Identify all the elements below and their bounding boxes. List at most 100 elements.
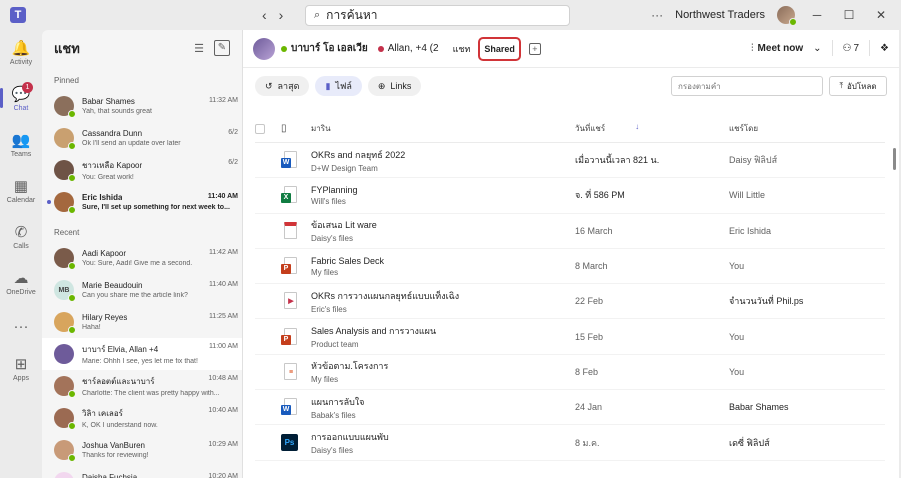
select-all-checkbox[interactable] (255, 123, 265, 134)
excel-file-icon: X (281, 186, 297, 204)
file-name[interactable]: FYPlanning (311, 185, 575, 195)
chat-time: 11:00 AM (208, 343, 238, 350)
close-icon[interactable]: ✕ (871, 8, 891, 22)
rail-item-calls[interactable]: ✆ Calls (0, 214, 42, 260)
chat-list-item[interactable]: ชาร์ลอตต์และนาบาร์ 10:48 AM Charlotte: The… (42, 370, 242, 402)
chat-time: 6/2 (228, 159, 238, 166)
file-name[interactable]: แผนการลับใจ (311, 395, 575, 409)
people-button[interactable]: ⚇ 7 (843, 43, 860, 54)
chat-list-item[interactable]: DFDaisha Fuchsia10:20 AMYou: Thank you!! (42, 466, 242, 478)
file-name[interactable]: Sales Analysis and การวางแผน (311, 324, 575, 338)
people-icon: ⚇ (842, 42, 852, 54)
chat-list-item[interactable]: วิลิา เคเลอร์ 10:40 AM K, OK I understand … (42, 402, 242, 434)
search-input[interactable] (326, 8, 557, 23)
table-row[interactable]: ข้อเสนอ Lit ware Daisy's files 16 March Eri… (255, 214, 885, 249)
list-file-icon: ≡ (281, 362, 297, 381)
chat-name: Aadi Kapoor (82, 249, 127, 258)
file-location: Daisy's files (311, 446, 353, 456)
shared-by: Eric Ishida (729, 225, 772, 236)
column-header-shared-by[interactable]: แชร์โดย (729, 122, 885, 135)
rail-item-label: Apps (13, 374, 29, 382)
filter-files-button[interactable]: ▮ ไฟล์ (315, 76, 362, 96)
table-row[interactable]: W OKRs and กลยุทธ์ 2022 D+W Design Team เมื… (255, 143, 885, 179)
filter-icon[interactable]: ☰ (194, 42, 204, 55)
rail-item-teams[interactable]: 👥 Teams (0, 122, 42, 168)
meet-dropdown-icon[interactable]: ⌄ (813, 43, 821, 54)
chat-list-item[interactable]: บาบาร์ Elvia, Allan +4 11:00 AM Marie: Ohh… (42, 338, 242, 370)
column-header-name[interactable]: มาริน (311, 122, 575, 135)
chat-list-item[interactable]: Cassandra Dunn 6/2 Ok I'll send an update … (42, 122, 242, 154)
file-name[interactable]: ข้อเสนอ Lit ware (311, 218, 575, 232)
meet-now-button[interactable]: ⫶ Meet now (751, 43, 803, 54)
back-arrow-icon[interactable]: ‹ (262, 7, 267, 23)
file-location: D+W Design Team (311, 163, 378, 173)
busy-indicator (377, 45, 384, 52)
avatar (54, 440, 76, 462)
upload-label: อัปโหลด (846, 81, 877, 91)
chat-list-item[interactable]: Joshua VanBuren 10:29 AM Thanks for review… (42, 434, 242, 466)
table-row[interactable]: X FYPlanning Will's files จ. ที่ 586 PM Will… (255, 178, 885, 214)
chat-name: ชาวเหลือ Kapoor (82, 161, 143, 170)
table-row[interactable]: Ps การออกแบบแผนพับ Daisy's files 8 ม.ค. เดซี… (255, 425, 885, 461)
table-row[interactable]: P Sales Analysis and การวางแผน Product tea… (255, 319, 885, 355)
table-row[interactable]: W แผนการลับใจ Babak's files 24 Jan Babar Sha… (255, 390, 885, 426)
chat-name: Eric Ishida (82, 193, 123, 202)
user-avatar[interactable] (777, 6, 797, 26)
forward-arrow-icon[interactable]: › (279, 7, 284, 23)
tab-chat[interactable]: แชท (453, 42, 471, 56)
filter-recent-button[interactable]: ↺ ลาสุด (255, 76, 310, 96)
file-name[interactable]: หัวข้อตาม.โครงการ (311, 359, 575, 373)
org-name[interactable]: Northwest Traders (675, 9, 765, 21)
chat-preview: You: Sure, Aadi! Give me a second. (82, 260, 193, 267)
filter-links-button[interactable]: ⊕ Links (367, 76, 422, 96)
chat-preview: Sure, I'll set up something for next wee… (82, 204, 230, 211)
file-name[interactable]: OKRs การวางแผนกลยุทธ์แบบแท็งเฉิง (311, 289, 575, 303)
new-chat-icon[interactable]: ✎ (214, 40, 230, 56)
audio-wave-icon: ⫶ (751, 42, 754, 54)
presence-indicator (68, 110, 76, 118)
file-name[interactable]: OKRs and กลยุทธ์ 2022 (311, 148, 575, 162)
chat-list-item[interactable]: Eric Ishida 11:40 AM Sure, I'll set up som… (42, 186, 242, 218)
table-row[interactable]: ▶ OKRs การวางแผนกลยุทธ์แบบแท็งเฉิง Eric's … (255, 284, 885, 320)
minimize-icon[interactable]: ─ (807, 8, 827, 22)
filter-by-keyword-input[interactable] (671, 76, 823, 96)
divider (869, 40, 871, 56)
file-name[interactable]: การออกแบบแผนพับ (311, 430, 575, 444)
teams-logo-icon: T (10, 7, 26, 23)
rail-item-more[interactable]: ··· (0, 306, 42, 346)
rail-item-activity[interactable]: 🔔 Activity (0, 30, 42, 76)
more-options-icon[interactable]: ··· (651, 8, 663, 22)
rail-item-calendar[interactable]: ▦ Calendar (0, 168, 42, 214)
chat-title[interactable]: บาบาร์ โอ เอลเวีย Allan, +4 (2 (281, 41, 439, 56)
rail-item-onedrive[interactable]: ☁ OneDrive (0, 260, 42, 306)
chat-preview: Ok I'll send an update over later (82, 140, 181, 147)
table-row[interactable]: ≡ หัวข้อตาม.โครงการ My files 8 Feb You (255, 355, 885, 391)
add-tab-icon[interactable]: + (528, 42, 541, 55)
chat-title-text: บาบาร์ โอ เอลเวีย (291, 43, 368, 54)
upload-button[interactable]: ⤒ อัปโหลด (829, 76, 887, 96)
chat-list-item[interactable]: Aadi Kapoor 11:42 AM You: Sure, Aadi! Give… (42, 242, 242, 274)
chat-list-item[interactable]: ชาวเหลือ Kapoor 6/2 You: Great work! (42, 154, 242, 186)
chat-list-item[interactable]: MB Marie Beaudouin 11:40 AM Can you share m… (42, 274, 242, 306)
shared-by: Will Little (729, 190, 766, 201)
copilot-icon[interactable]: ❖ (880, 43, 889, 54)
search-box[interactable]: ⌕ (305, 5, 570, 26)
rail-item-chat[interactable]: 💬 1 Chat (0, 76, 42, 122)
chat-list-item[interactable]: Hilary Reyes 11:25 AM Haha! (42, 306, 242, 338)
maximize-icon[interactable]: ☐ (839, 8, 859, 22)
presence-indicator (68, 142, 76, 150)
column-header-date[interactable]: วันที่แชร์ ↓ (575, 122, 729, 135)
scrollbar-thumb[interactable] (893, 148, 896, 170)
chat-name: Marie Beaudouin (82, 281, 143, 290)
chat-time: 11:32 AM (208, 97, 238, 104)
group-avatar[interactable] (253, 37, 275, 60)
rail-item-label: Activity (9, 58, 33, 66)
file-icon: ▮ (325, 80, 331, 91)
file-name[interactable]: Fabric Sales Deck (311, 256, 575, 266)
shared-date: 8 Feb (575, 366, 599, 377)
chat-list-item[interactable]: Babar Shames 11:32 AM Yah, that sounds gre… (42, 90, 242, 122)
rail-item-apps[interactable]: ⊞ Apps (0, 346, 42, 392)
tab-shared[interactable]: Shared (478, 36, 521, 61)
chat-time: 10:48 AM (208, 375, 238, 382)
table-row[interactable]: P Fabric Sales Deck My files 8 March You (255, 249, 885, 285)
